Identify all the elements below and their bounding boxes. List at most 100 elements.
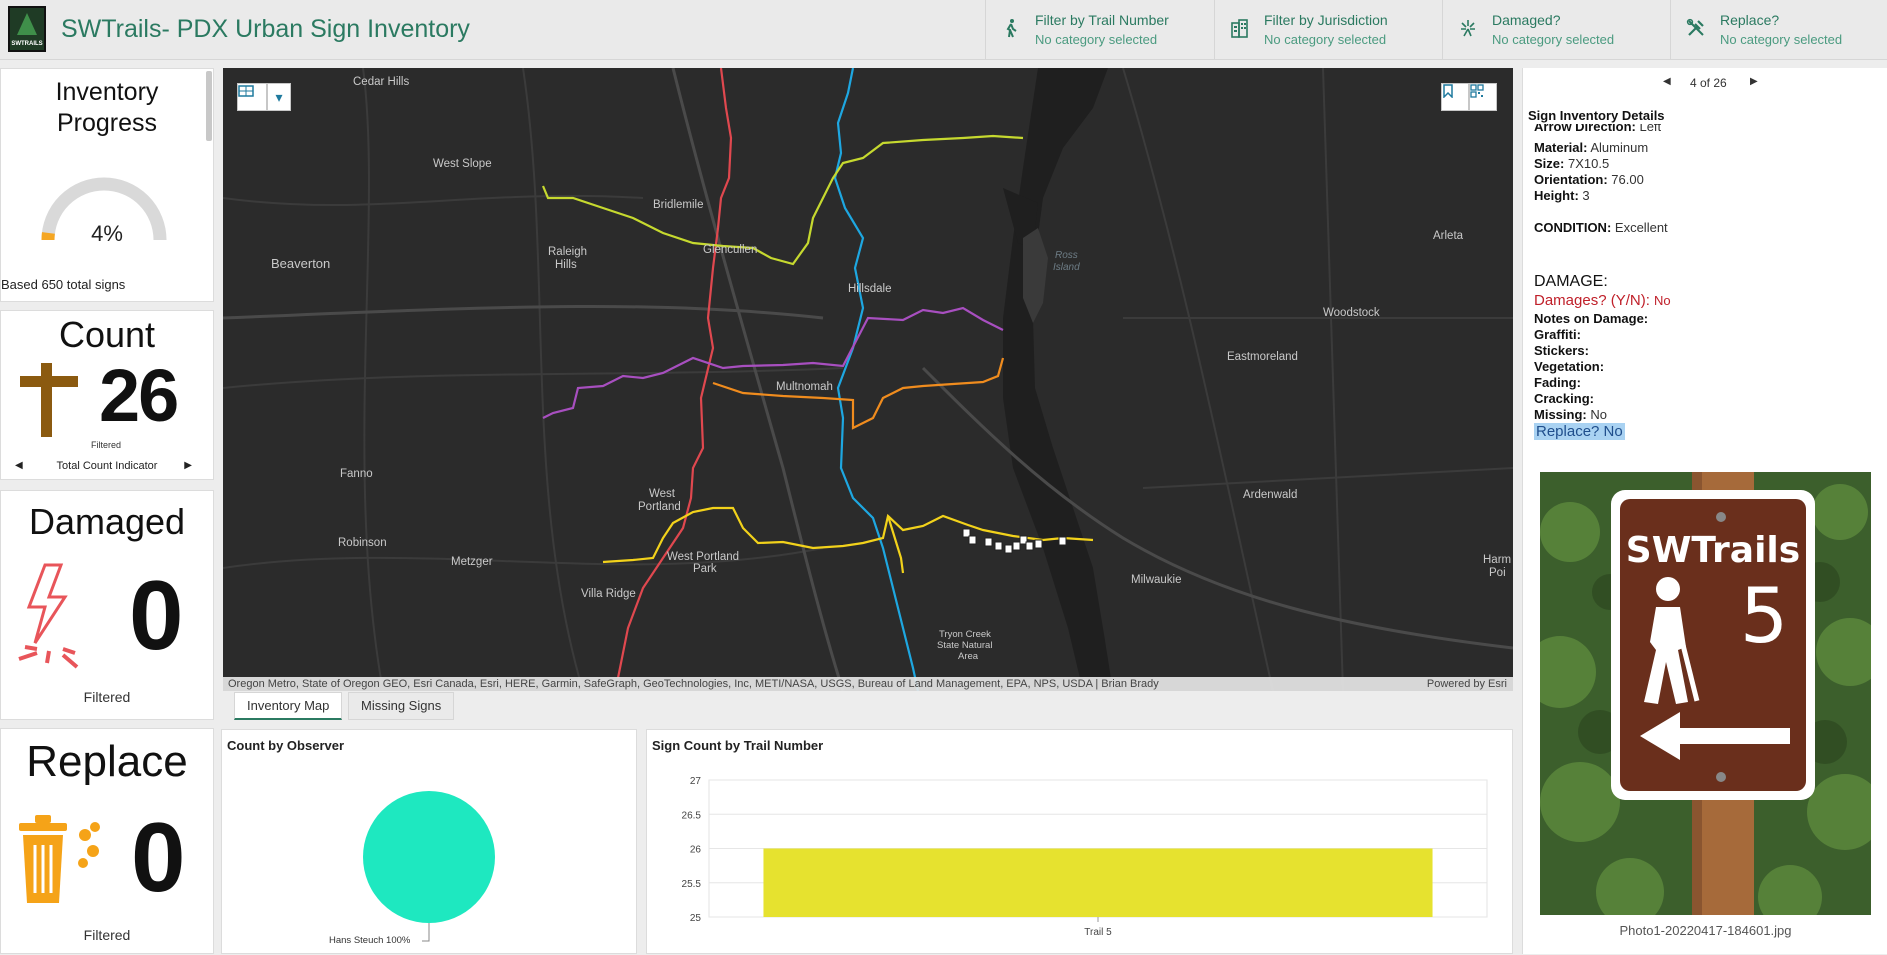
building-icon <box>1229 18 1251 40</box>
y-tick-label: 27 <box>690 776 702 787</box>
replace-footer: Filtered <box>1 927 213 943</box>
filter-label: Filter by Jurisdiction <box>1264 12 1388 28</box>
next-record-button[interactable]: ▶ <box>1750 76 1758 87</box>
map-label: Ardenwald <box>1243 489 1297 502</box>
sign-details-panel: ◀ 4 of 26 ▶ Sign Inventory Details Arrow… <box>1522 68 1887 954</box>
pie-leader-line <box>422 923 429 941</box>
map-attribution: Oregon Metro, State of Oregon GEO, Esri … <box>223 677 1513 691</box>
replace-card: Replace 0 Filtered <box>0 728 214 954</box>
powered-by-esri[interactable]: Powered by Esri <box>1427 677 1507 691</box>
field-missing: Missing: No <box>1534 407 1607 423</box>
basemap-toggle-button[interactable] <box>237 83 267 111</box>
gauge-title-line2: Progress <box>1 108 213 139</box>
attribution-text: Oregon Metro, State of Oregon GEO, Esri … <box>228 678 1159 690</box>
filter-damaged[interactable]: Damaged? No category selected <box>1442 0 1670 60</box>
map-label: Eastmoreland <box>1227 351 1298 364</box>
y-tick-label: 25 <box>690 913 702 924</box>
replace-title: Replace <box>1 737 213 787</box>
map-label: Milwaukie <box>1131 574 1182 587</box>
map-basemap <box>223 68 1513 691</box>
details-title: Sign Inventory Details <box>1528 108 1665 123</box>
observer-pie-chart <box>222 730 638 955</box>
field-orientation: Orientation: 76.00 <box>1534 172 1644 188</box>
map-label: Tryon Creek <box>939 629 991 640</box>
field-damages-yn: Damages? (Y/N): No <box>1534 292 1671 309</box>
map-label: Hills <box>555 259 577 272</box>
trail-bar-card: Sign Count by Trail Number 2525.52626.52… <box>646 729 1513 954</box>
map-label: West <box>649 488 675 501</box>
y-tick-label: 26.5 <box>682 810 702 821</box>
spark-icon <box>1457 18 1479 40</box>
gauge-title-line1: Inventory <box>1 77 213 108</box>
chevron-down-icon[interactable]: ▾ <box>267 83 291 111</box>
field-fading: Fading: <box>1534 375 1581 391</box>
prev-record-button[interactable]: ◀ <box>1663 76 1671 87</box>
map-label: Arleta <box>1433 230 1463 243</box>
map-label: Woodstock <box>1323 307 1380 320</box>
map-label: Multnomah <box>776 381 833 394</box>
inventory-map[interactable]: Cedar Hills West Slope Bridlemile Raleig… <box>223 68 1513 691</box>
logo-text: SWTRAILS <box>10 41 44 47</box>
damaged-title: Damaged <box>1 501 213 543</box>
filter-value: No category selected <box>1035 32 1157 47</box>
map-label: Beaverton <box>271 257 330 270</box>
count-sublabel: Filtered <box>91 440 121 450</box>
sign-photo[interactable]: SWTrails 5 <box>1540 472 1871 915</box>
indicator-nav: ◀ Total Count Indicator ▶ <box>1 460 213 476</box>
map-label: Fanno <box>340 468 373 481</box>
field-material: Material: Aluminum <box>1534 140 1648 156</box>
filter-value: No category selected <box>1492 32 1614 47</box>
sign-number: 5 <box>1740 571 1788 660</box>
inventory-progress-card: Inventory Progress 4% Based 650 total si… <box>0 68 214 302</box>
bar-trail-5[interactable] <box>763 849 1432 918</box>
map-label: Area <box>958 651 978 662</box>
app-title: SWTrails- PDX Urban Sign Inventory <box>61 15 470 44</box>
app-header: SWTRAILS SWTrails- PDX Urban Sign Invent… <box>0 0 1887 60</box>
y-tick-label: 26 <box>690 845 702 856</box>
trash-can-icon <box>13 805 113 905</box>
prev-indicator-button[interactable]: ◀ <box>15 460 23 471</box>
map-label: Metzger <box>451 556 493 569</box>
sign-photo-image: SWTrails 5 <box>1540 472 1871 915</box>
map-label: Park <box>693 563 717 576</box>
replace-value: 0 <box>131 801 184 914</box>
tab-missing-signs[interactable]: Missing Signs <box>348 692 454 720</box>
indicator-nav-label: Total Count Indicator <box>57 460 158 472</box>
damaged-card: Damaged 0 Filtered <box>0 490 214 720</box>
pie-slice-label: Hans Steuch 100% <box>329 935 410 946</box>
trail-yellow-spur <box>888 516 903 573</box>
photo-caption: Photo1-20220417-184601.jpg <box>1523 923 1887 938</box>
field-stickers: Stickers: <box>1534 343 1589 359</box>
filter-replace[interactable]: Replace? No category selected <box>1670 0 1887 60</box>
filter-value: No category selected <box>1264 32 1386 47</box>
filter-jurisdiction[interactable]: Filter by Jurisdiction No category selec… <box>1214 0 1442 60</box>
map-label: Glencullen <box>703 244 757 257</box>
willamette-river <box>1003 68 1113 691</box>
filter-trail-number[interactable]: Filter by Trail Number No category selec… <box>985 0 1214 60</box>
swtrails-logo: SWTRAILS <box>8 6 46 52</box>
field-graffiti: Graffiti: <box>1534 327 1581 343</box>
map-label: Island <box>1053 261 1080 274</box>
filter-label: Damaged? <box>1492 12 1561 28</box>
next-indicator-button[interactable]: ▶ <box>184 460 192 471</box>
field-height: Height: 3 <box>1534 188 1590 204</box>
damage-heading: DAMAGE: <box>1534 273 1608 291</box>
trail-orange <box>713 358 1003 428</box>
filter-value: No category selected <box>1720 32 1842 47</box>
filter-label: Replace? <box>1720 12 1779 28</box>
field-size: Size: 7X10.5 <box>1534 156 1609 172</box>
tools-icon <box>1685 18 1707 40</box>
map-label: Cedar Hills <box>353 76 409 89</box>
tab-inventory-map[interactable]: Inventory Map <box>234 692 342 720</box>
pie-slice-hans-steuch[interactable] <box>363 791 495 923</box>
y-tick-label: 25.5 <box>682 879 702 890</box>
map-label: Robinson <box>338 537 387 550</box>
damaged-value: 0 <box>129 559 182 672</box>
bookmark-icon[interactable] <box>1441 83 1469 111</box>
field-cracking: Cracking: <box>1534 391 1594 407</box>
damaged-footer: Filtered <box>1 689 213 705</box>
qr-code-icon[interactable] <box>1469 83 1497 111</box>
map-label: Harm <box>1483 554 1511 567</box>
map-label: Villa Ridge <box>581 588 636 601</box>
field-notes-on-damage: Notes on Damage: <box>1534 311 1648 327</box>
